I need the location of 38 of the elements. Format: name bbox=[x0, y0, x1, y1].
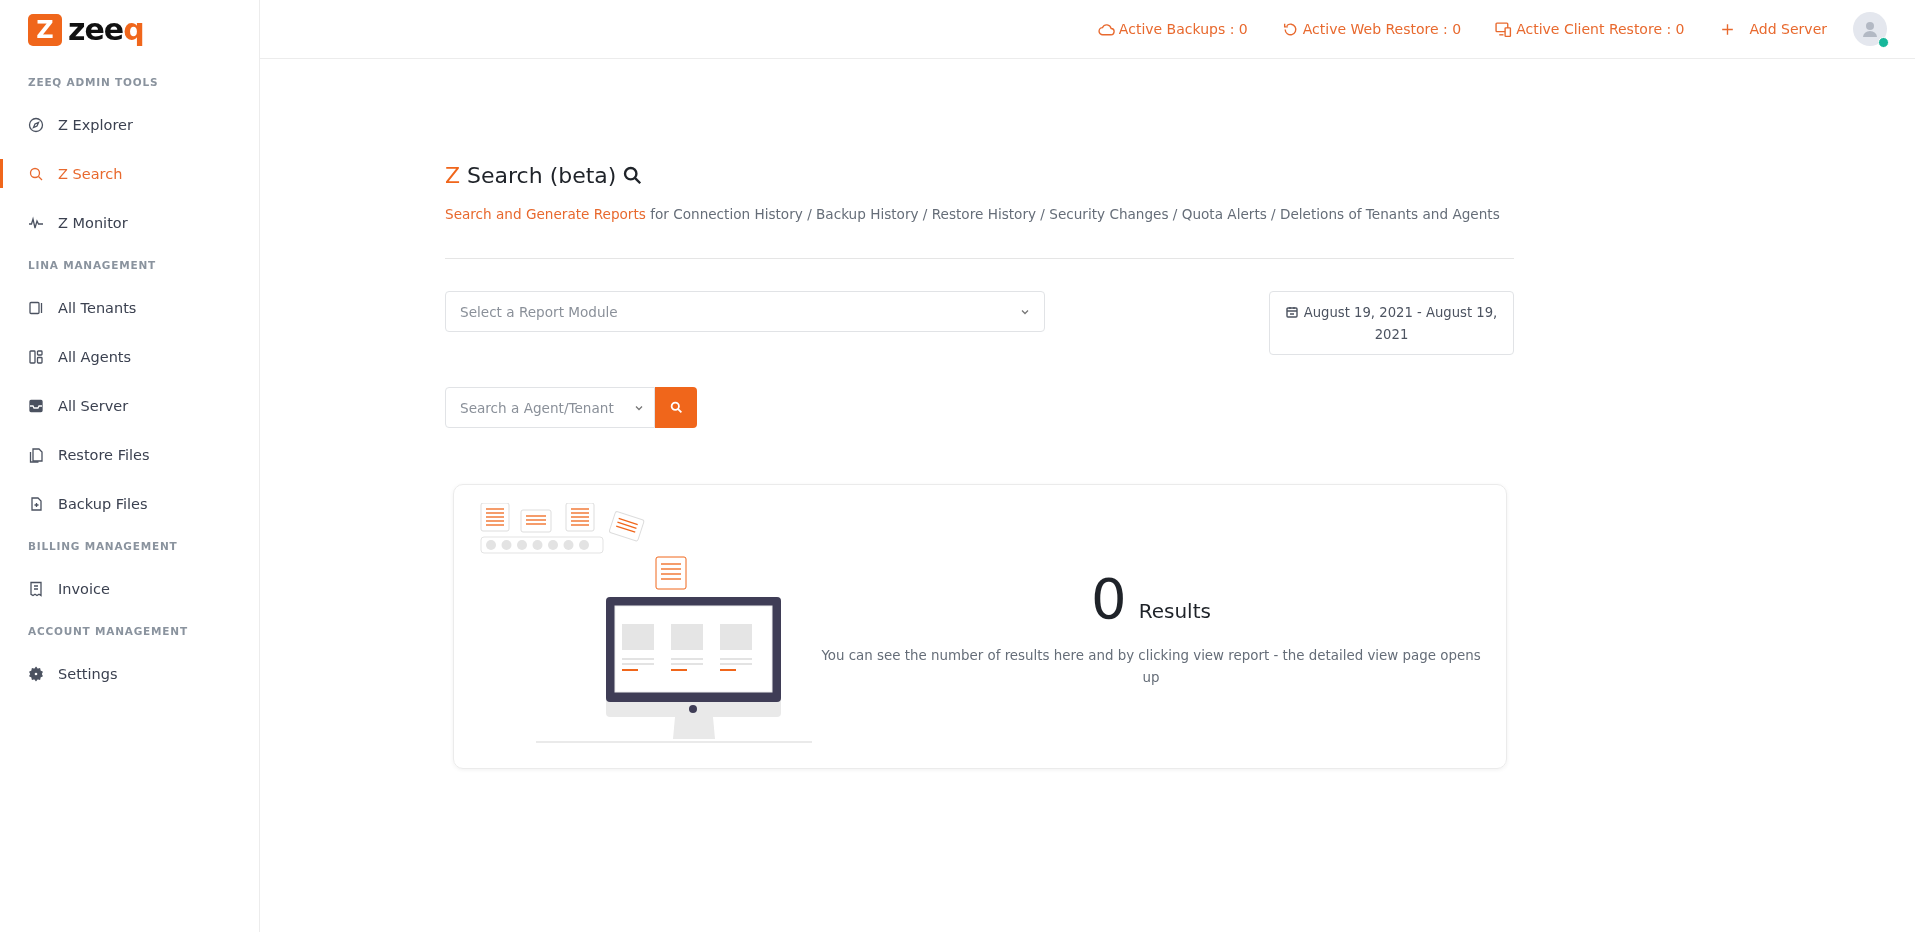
sidebar-item-icon bbox=[28, 495, 44, 512]
results-description: You can see the number of results here and by clicking view report - the detailed view page opens up bbox=[821, 647, 1481, 687]
user-avatar[interactable] bbox=[1853, 12, 1887, 46]
sidebar-item-icon bbox=[28, 165, 44, 182]
sidebar-item-icon bbox=[28, 348, 44, 365]
section-heading: LINA MANAGEMENT bbox=[27, 258, 158, 273]
sidebar-item-icon bbox=[28, 665, 44, 682]
search-button[interactable] bbox=[655, 387, 697, 428]
person-silhouette-icon bbox=[1860, 19, 1880, 39]
results-count: 0 bbox=[1091, 571, 1127, 627]
date-range-picker[interactable]: August 19, 2021 - August 19, 2021 bbox=[1269, 291, 1514, 355]
sidebar-item-icon bbox=[28, 299, 44, 316]
page-title: Z Search (beta) bbox=[445, 162, 617, 188]
section-heading: ZEEQ ADMIN TOOLS bbox=[27, 75, 160, 90]
sidebar-item[interactable]: Invoice bbox=[0, 564, 259, 613]
search-icon bbox=[669, 401, 683, 414]
sidebar-item[interactable]: Z Monitor bbox=[0, 198, 259, 247]
sidebar-item-icon bbox=[28, 116, 44, 133]
section-heading: ACCOUNT MANAGEMENT bbox=[27, 624, 189, 639]
sidebar-item[interactable]: All Agents bbox=[0, 332, 259, 381]
sidebar-item-icon bbox=[28, 397, 44, 414]
refresh-icon bbox=[1281, 20, 1299, 38]
results-label: Results bbox=[1138, 599, 1211, 623]
section-heading: BILLING MANAGEMENT bbox=[27, 539, 179, 554]
logo-mark: Z bbox=[28, 14, 62, 46]
sidebar-item[interactable]: Backup Files bbox=[0, 479, 259, 528]
sidebar-item-icon bbox=[28, 446, 44, 463]
sidebar-item[interactable]: All Server bbox=[0, 381, 259, 430]
calendar-icon bbox=[1285, 306, 1298, 318]
sidebar-item[interactable]: All Tenants bbox=[0, 283, 259, 332]
page-subtitle: Search and Generate Reports for Connection History / Backup History / Restore History / Security Changes / Quota Alerts / Deletions of Tenants and Agents bbox=[445, 206, 1501, 222]
search-icon bbox=[623, 165, 643, 185]
sidebar-item[interactable]: Z Explorer bbox=[0, 100, 259, 149]
sidebar-item[interactable]: Settings bbox=[0, 649, 259, 698]
sidebar-item-icon bbox=[28, 580, 44, 597]
devices-icon bbox=[1495, 20, 1513, 38]
logo-wordmark: zeeq bbox=[68, 15, 144, 45]
sidebar-item[interactable]: Restore Files bbox=[0, 430, 259, 479]
